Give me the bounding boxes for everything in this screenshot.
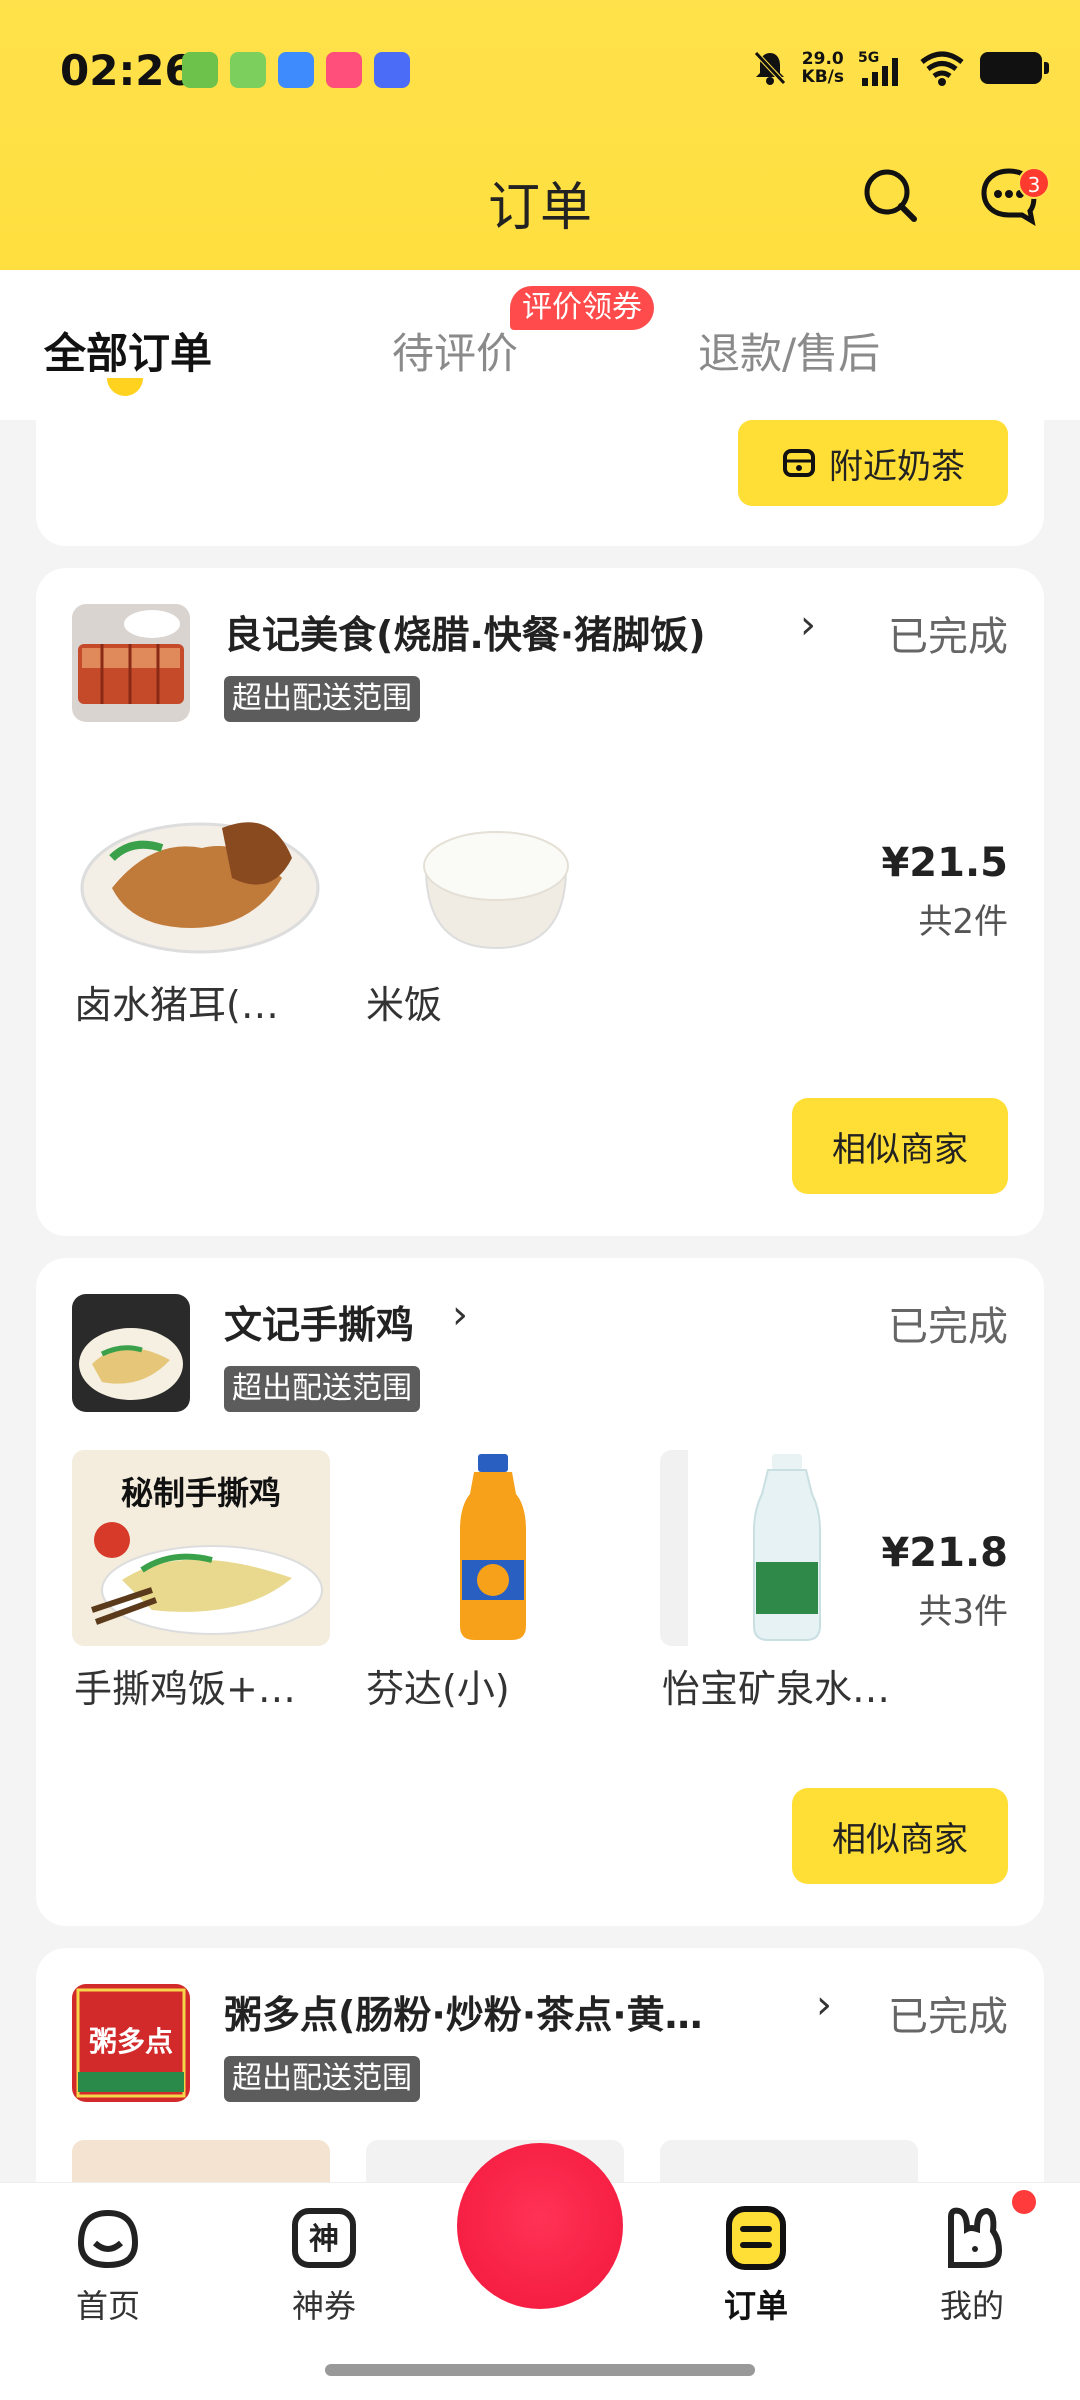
nav-me[interactable]: 我的 bbox=[912, 2203, 1032, 2327]
nav-home[interactable]: 首页 bbox=[48, 2203, 168, 2327]
order-status: 已完成 bbox=[888, 1994, 1008, 2040]
fanta-bottle-image bbox=[366, 1450, 624, 1646]
app-notification-icon bbox=[374, 52, 410, 88]
order-card-partial: 附近奶茶 bbox=[36, 420, 1044, 546]
nav-orders-label: 订单 bbox=[723, 2287, 788, 2325]
shop-thumbnail[interactable]: 粥多点 bbox=[72, 1984, 190, 2102]
active-tab-indicator bbox=[107, 378, 143, 396]
net-speed-unit: KB/s bbox=[801, 67, 844, 87]
order-count: 共2件 bbox=[918, 902, 1008, 942]
pig-ear-dish-image bbox=[72, 778, 330, 974]
water-bottle-image bbox=[660, 1450, 918, 1646]
item-image[interactable] bbox=[72, 778, 330, 974]
notification-icons bbox=[182, 52, 410, 88]
chevron-right-icon[interactable]: › bbox=[800, 602, 816, 648]
tab-refund[interactable]: 退款/售后 bbox=[698, 320, 880, 381]
svg-text:神: 神 bbox=[309, 2222, 339, 2257]
out-of-range-tag: 超出配送范围 bbox=[224, 676, 420, 722]
roast-meat-image bbox=[72, 604, 190, 722]
item-name: 卤水猪耳(… bbox=[74, 983, 279, 1027]
chevron-right-icon[interactable]: › bbox=[816, 1982, 832, 2028]
item-name: 米饭 bbox=[366, 983, 443, 1027]
nav-coupon-label: 神券 bbox=[291, 2287, 356, 2325]
order-tabs: 全部订单 待评价 评价领券 退款/售后 bbox=[0, 270, 1080, 420]
item-image[interactable] bbox=[366, 1450, 624, 1646]
shop-name[interactable]: 良记美食(烧腊.快餐·猪脚饭) bbox=[224, 604, 824, 659]
order-card[interactable]: 良记美食(烧腊.快餐·猪脚饭) › 已完成 超出配送范围 卤水猪耳(… 米饭 ¥… bbox=[36, 568, 1044, 1236]
item-image[interactable] bbox=[366, 778, 624, 974]
order-count: 共3件 bbox=[918, 1592, 1008, 1632]
net-speed: 29.0 KB/s bbox=[802, 50, 844, 86]
orders-icon bbox=[726, 2206, 786, 2270]
shredded-chicken-image bbox=[72, 1294, 190, 1412]
coupon-icon: 神 bbox=[292, 2208, 356, 2268]
rice-bowl-image bbox=[366, 778, 624, 974]
net-speed-value: 29.0 bbox=[801, 49, 844, 69]
chevron-right-icon[interactable]: › bbox=[452, 1292, 468, 1338]
out-of-range-tag: 超出配送范围 bbox=[224, 2056, 420, 2102]
item-image[interactable]: 秘制手撕鸡 bbox=[72, 1450, 330, 1646]
shop-name[interactable]: 粥多点(肠粉·炒粉·茶点·黄… bbox=[224, 1984, 784, 2039]
clock: 02:26 bbox=[60, 46, 194, 95]
mute-bell-icon bbox=[753, 51, 786, 85]
cup-icon bbox=[783, 449, 815, 477]
similar-shops-button[interactable]: 相似商家 bbox=[792, 1788, 1008, 1884]
similar-shops-button[interactable]: 相似商家 bbox=[792, 1098, 1008, 1194]
out-of-range-tag: 超出配送范围 bbox=[224, 1366, 420, 1412]
item-name: 手撕鸡饭+… bbox=[74, 1667, 296, 1711]
search-icon[interactable] bbox=[860, 165, 920, 225]
shop-name[interactable]: 文记手撕鸡 bbox=[224, 1294, 414, 1349]
review-coupon-badge: 评价领券 bbox=[510, 286, 654, 330]
app-notification-icon bbox=[326, 52, 362, 88]
shop-thumbnail[interactable] bbox=[72, 1294, 190, 1412]
rabbit-icon bbox=[948, 2207, 1003, 2268]
status-indicators: 29.0 KB/s 5G bbox=[752, 48, 1049, 88]
nav-home-label: 首页 bbox=[75, 2287, 140, 2325]
me-notification-dot bbox=[1012, 2190, 1036, 2214]
nearby-milk-tea-button[interactable]: 附近奶茶 bbox=[738, 420, 1008, 506]
nav-orders[interactable]: 订单 bbox=[696, 2203, 816, 2327]
order-status: 已完成 bbox=[888, 614, 1008, 660]
item-name: 怡宝矿泉水… bbox=[662, 1667, 891, 1711]
item-image[interactable] bbox=[660, 1450, 918, 1646]
app-notification-icon bbox=[182, 52, 218, 88]
message-badge: 3 bbox=[1018, 167, 1050, 199]
header: 02:26 29.0 KB/s 5G 订单 3 bbox=[0, 0, 1080, 270]
svg-text:5G: 5G bbox=[858, 50, 879, 66]
status-bar: 02:26 29.0 KB/s 5G bbox=[0, 40, 1080, 100]
app-notification-icon bbox=[278, 52, 314, 88]
home-icon bbox=[77, 2209, 139, 2269]
order-card[interactable]: 文记手撕鸡 › 已完成 超出配送范围 秘制手撕鸡 手撕鸡饭+… 芬达(小) 怡宝… bbox=[36, 1258, 1044, 1926]
app-notification-icon bbox=[230, 52, 266, 88]
signal-5g-icon: 5G bbox=[858, 50, 898, 86]
battery-icon bbox=[980, 52, 1049, 84]
nearby-milk-tea-label: 附近奶茶 bbox=[829, 446, 965, 487]
nav-coupon[interactable]: 神 神券 bbox=[264, 2203, 384, 2327]
item-name: 芬达(小) bbox=[366, 1667, 510, 1711]
wifi-icon bbox=[920, 51, 964, 86]
tab-all-orders[interactable]: 全部订单 bbox=[44, 320, 212, 381]
tab-pending-review[interactable]: 待评价 bbox=[392, 320, 518, 381]
order-status: 已完成 bbox=[888, 1304, 1008, 1350]
order-price: ¥21.5 bbox=[881, 840, 1008, 886]
shop-thumbnail[interactable] bbox=[72, 604, 190, 722]
home-indicator[interactable] bbox=[325, 2364, 755, 2376]
center-action-button[interactable] bbox=[457, 2143, 623, 2309]
order-price: ¥21.8 bbox=[881, 1530, 1008, 1576]
nav-me-label: 我的 bbox=[939, 2287, 1004, 2325]
item-image-caption: 秘制手撕鸡 bbox=[120, 1474, 281, 1512]
shop-logo-text: 粥多点 bbox=[88, 2025, 173, 2058]
